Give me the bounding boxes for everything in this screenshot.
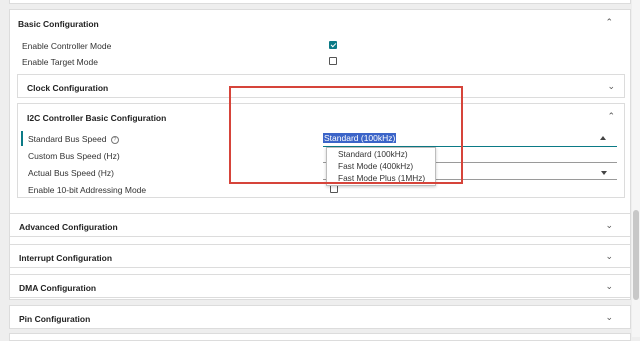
interrupt-configuration-title: Interrupt Configuration — [19, 253, 113, 263]
dropdown-up-arrow-icon[interactable] — [600, 136, 606, 140]
pin-configuration-title: Pin Configuration — [19, 314, 91, 324]
chevron-down-icon[interactable]: ⌄ — [605, 251, 613, 262]
advanced-configuration-panel[interactable]: Advanced Configuration ⌄ — [9, 213, 631, 237]
dma-configuration-title: DMA Configuration — [19, 283, 97, 293]
select-row-background — [558, 131, 618, 144]
chevron-down-icon[interactable]: ⌄ — [605, 281, 613, 292]
info-icon[interactable]: ? — [110, 135, 119, 144]
enable-controller-label: Enable Controller Mode — [22, 41, 112, 51]
chevron-down-icon[interactable]: ⌄ — [605, 220, 613, 231]
actual-bus-speed-label: Actual Bus Speed (Hz) — [28, 168, 114, 178]
clock-configuration-title: Clock Configuration — [27, 83, 109, 93]
top-card-edge — [9, 0, 631, 4]
enable-10bit-label: Enable 10-bit Addressing Mode — [28, 185, 147, 195]
basic-configuration-title: Basic Configuration — [18, 19, 99, 29]
basic-configuration-header[interactable]: Basic Configuration — [18, 19, 618, 31]
chevron-up-icon[interactable]: ⌃ — [607, 111, 615, 122]
chevron-down-icon[interactable]: ⌄ — [605, 312, 613, 323]
chevron-up-icon[interactable]: ⌃ — [605, 17, 613, 28]
enable-controller-checkbox[interactable] — [329, 41, 337, 49]
i2c-configuration-title: I2C Controller Basic Configuration — [27, 113, 167, 123]
standard-bus-speed-label: Standard Bus Speed ? — [28, 134, 119, 144]
enable-target-label: Enable Target Mode — [22, 57, 98, 67]
enable-10bit-checkbox[interactable] — [330, 185, 338, 193]
enable-target-checkbox[interactable] — [329, 57, 337, 65]
chevron-down-icon[interactable] — [601, 171, 607, 175]
scrollbar-thumb[interactable] — [633, 210, 639, 300]
bottom-card-edge — [9, 333, 631, 341]
advanced-configuration-title: Advanced Configuration — [19, 222, 118, 232]
interrupt-configuration-panel[interactable]: Interrupt Configuration ⌄ — [9, 244, 631, 268]
custom-bus-speed-label: Custom Bus Speed (Hz) — [28, 151, 120, 161]
highlight-annotation-box — [229, 86, 463, 184]
pin-configuration-panel[interactable]: Pin Configuration ⌄ — [9, 305, 631, 329]
chevron-down-icon[interactable]: ⌄ — [607, 81, 615, 92]
dma-configuration-panel[interactable]: DMA Configuration ⌄ — [9, 274, 631, 298]
active-row-indicator — [21, 131, 23, 146]
